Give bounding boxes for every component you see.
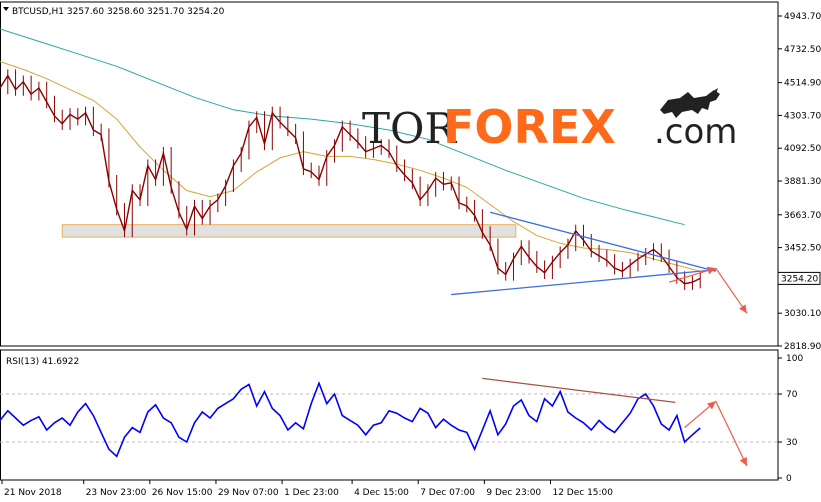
- price-y-tick-label: 2818.90: [784, 342, 821, 352]
- price-y-tick-label: 3030.10: [784, 309, 821, 319]
- rsi-forecast-arrow-2: [715, 400, 748, 467]
- price-y-tick-label: 4943.70: [784, 12, 821, 22]
- x-tick-label: 21 Nov 2018: [4, 488, 62, 498]
- rsi-trend-line-1: [482, 377, 676, 403]
- current-price-label: 3254.20: [781, 274, 818, 284]
- support-zone: [61, 224, 517, 238]
- x-tick-label: 23 Nov 23:00: [86, 488, 147, 498]
- rsi-y-tick-label: 30: [786, 438, 798, 448]
- rsi-y-tick-label: 70: [786, 390, 798, 400]
- x-tick-label: 29 Nov 07:00: [218, 488, 279, 498]
- price-y-tick-label: 4514.90: [784, 79, 821, 89]
- rsi-y-tick-label: 0: [786, 474, 792, 484]
- x-tick-label: 4 Dec 15:00: [354, 488, 409, 498]
- watermark-forex-text: FOREX: [443, 100, 616, 154]
- triangle-trend-line-2: [451, 269, 716, 296]
- price-forecast-arrow-2: [715, 267, 748, 314]
- watermark-com-text: .com: [654, 112, 737, 152]
- x-tick-label: 12 Dec 15:00: [552, 488, 613, 498]
- chart-canvas: 4943.70 4732.50 4514.90 4303.70 4092.50 3881.…: [0, 1, 821, 498]
- rsi-pane[interactable]: RSI(13) 41.6922 100 70 30 0: [0, 349, 803, 484]
- price-pane[interactable]: 4943.70 4732.50 4514.90 4303.70 4092.50 3881.…: [0, 1, 821, 352]
- price-y-tick-label: 4732.50: [784, 45, 821, 55]
- price-y-tick-label: 4303.70: [784, 111, 821, 121]
- price-y-tick-label: 3663.70: [784, 211, 821, 221]
- triangle-trend-line-1: [489, 211, 716, 272]
- x-tick-label: 26 Nov 15:00: [152, 488, 213, 498]
- price-pane-frame: [0, 1, 779, 347]
- rsi-y-tick-label: 100: [786, 354, 803, 364]
- price-y-tick-label: 3881.30: [784, 177, 821, 187]
- x-tick-label: 9 Dec 23:00: [486, 488, 541, 498]
- rsi-title: RSI(13) 41.6922: [6, 357, 79, 367]
- x-axis: 21 Nov 2018 23 Nov 23:00 26 Nov 15:00 29 No…: [1, 480, 613, 498]
- symbol-ohlc-readout: BTCUSD,H1 3257.60 3258.60 3251.70 3254.2…: [12, 7, 225, 17]
- price-forecast-arrow-2-head: [739, 304, 747, 314]
- x-tick-label: 1 Dec 23:00: [284, 488, 339, 498]
- x-tick-label: 7 Dec 07:00: [420, 488, 475, 498]
- torforex-watermark: TOR FOREX .com: [362, 88, 737, 154]
- rsi-pane-frame: [0, 349, 779, 481]
- price-y-tick-label: 3452.50: [784, 244, 821, 254]
- price-y-tick-label: 4092.50: [784, 144, 821, 154]
- dropdown-triangle-icon[interactable]: [3, 7, 9, 11]
